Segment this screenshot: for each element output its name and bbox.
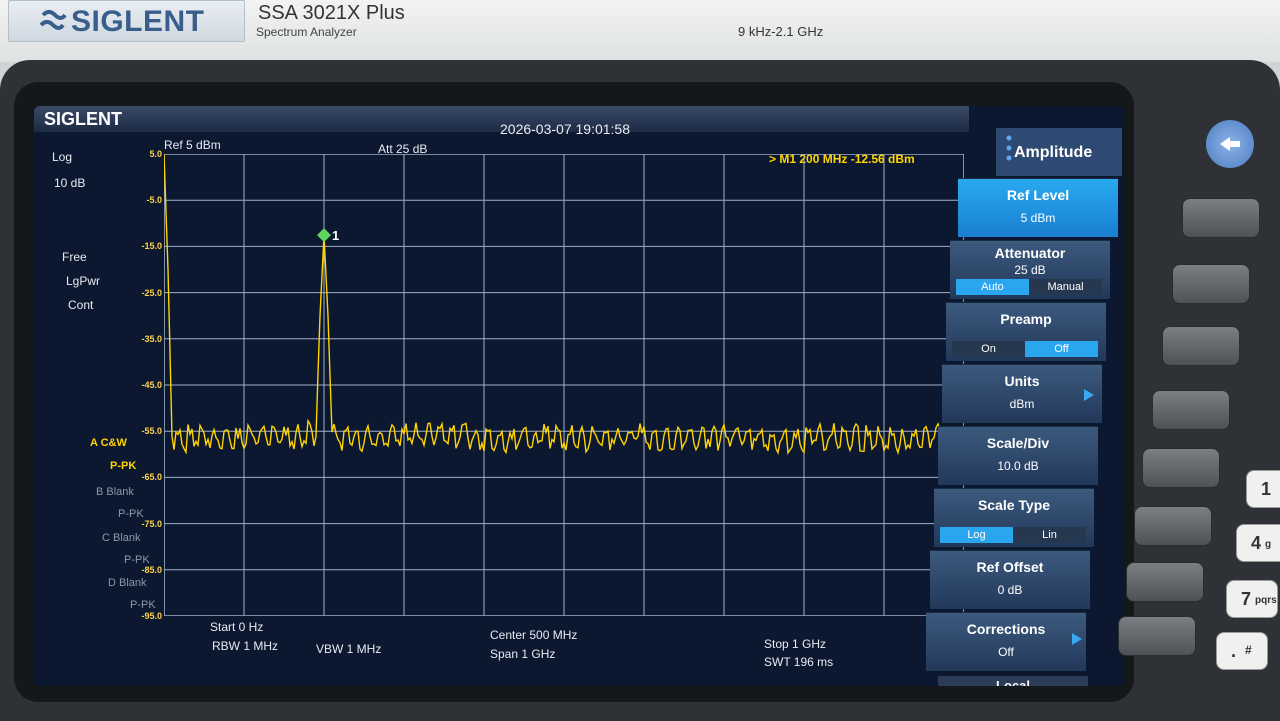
- vbw-readout: VBW 1 MHz: [316, 642, 382, 656]
- frequency-range: 9 kHz-2.1 GHz: [738, 24, 824, 39]
- siglent-mark-icon: [39, 10, 67, 30]
- instrument-top-panel: SIGLENT SSA 3021X Plus Spectrum Analyzer…: [0, 0, 1280, 62]
- detector-mode: LgPwr: [66, 274, 101, 288]
- model-subtitle: Spectrum Analyzer: [256, 25, 357, 39]
- softkey-label: Ref Offset: [976, 559, 1044, 575]
- softkey-label: Units: [1004, 373, 1040, 389]
- softkey-attenuator[interactable]: Attenuator 25 dB Auto Manual: [950, 240, 1110, 299]
- y-tick-label: -85.0: [141, 564, 162, 575]
- softkey-label: Corrections: [966, 621, 1046, 637]
- menu-dots-icon: [1006, 135, 1012, 161]
- toggle-off[interactable]: Off: [1025, 341, 1098, 357]
- brand-badge: SIGLENT: [8, 0, 245, 42]
- softkey-scale-div[interactable]: Scale/Div 10.0 dB: [938, 426, 1098, 485]
- toggle-on[interactable]: On: [952, 341, 1025, 357]
- softkey-label: Attenuator: [994, 245, 1066, 261]
- toggle-log[interactable]: Log: [940, 527, 1013, 543]
- hw-softkey-3[interactable]: [1162, 326, 1240, 366]
- toggle-manual[interactable]: Manual: [1029, 279, 1102, 295]
- y-tick-label: -35.0: [141, 333, 162, 344]
- softkey-value: 5 dBm: [1020, 211, 1056, 225]
- softkey-label: Ref Level: [1006, 187, 1070, 203]
- brand-logo: SIGLENT: [71, 5, 205, 38]
- y-tick-label: 5.0: [149, 149, 162, 159]
- y-tick-label: -5.0: [146, 195, 162, 206]
- y-tick-label: -15.0: [141, 241, 162, 252]
- submenu-arrow-icon: [1072, 633, 1082, 645]
- scale-mode: Log: [52, 150, 73, 164]
- softkey-value: dBm: [1009, 397, 1035, 411]
- trace-c-label[interactable]: C Blank: [102, 532, 141, 544]
- hw-softkey-4[interactable]: [1152, 390, 1230, 430]
- softkey-ref-offset[interactable]: Ref Offset 0 dB: [930, 550, 1090, 609]
- toggle-lin[interactable]: Lin: [1013, 527, 1086, 543]
- trigger-mode: Free: [62, 250, 87, 264]
- return-button[interactable]: [1206, 120, 1254, 168]
- ref-level-readout: Ref 5 dBm: [164, 138, 221, 152]
- y-tick-label: -55.0: [141, 426, 162, 437]
- softkey-preamp[interactable]: Preamp On Off: [946, 302, 1106, 361]
- analyzer-screen: SIGLENT 2026-03-07 19:01:58 Ref 5 dBm At…: [34, 106, 1124, 686]
- softkey-label: Scale/Div: [986, 435, 1050, 451]
- span-readout: Span 1 GHz: [490, 647, 556, 661]
- y-tick-label: -65.0: [141, 472, 162, 483]
- softkey-label: Scale Type: [977, 497, 1051, 513]
- y-tick-label: -25.0: [141, 287, 162, 298]
- key-1[interactable]: 1: [1246, 470, 1280, 508]
- softkey-value: 25 dB: [1014, 263, 1046, 277]
- trace-b-label[interactable]: B Blank: [96, 486, 134, 498]
- softkey-value: 10.0 dB: [997, 459, 1039, 473]
- softkey-scale-type[interactable]: Scale Type Log Lin: [934, 488, 1094, 547]
- trace-a-mode: P-PK: [110, 460, 137, 472]
- toggle-auto[interactable]: Auto: [956, 279, 1029, 295]
- attenuator-toggle[interactable]: Auto Manual: [956, 279, 1102, 295]
- scale-div: 10 dB: [54, 176, 86, 190]
- sweep-time: SWT 196 ms: [764, 655, 834, 669]
- hw-softkey-8[interactable]: [1118, 616, 1196, 656]
- softkey-value: Off: [998, 645, 1014, 659]
- y-tick-label: -95.0: [141, 611, 162, 621]
- y-tick-label: -45.0: [141, 380, 162, 390]
- key-dot[interactable]: . #: [1216, 632, 1268, 670]
- softkey-label: Preamp: [1000, 311, 1052, 327]
- submenu-arrow-icon: [1084, 389, 1094, 401]
- marker-m1: [317, 228, 331, 243]
- softkey-value: 0 dB: [997, 583, 1023, 597]
- rbw-readout: RBW 1 MHz: [212, 639, 278, 653]
- softkey-units[interactable]: Units dBm: [942, 364, 1102, 423]
- marker-label: 1: [332, 228, 339, 243]
- hw-softkey-5[interactable]: [1142, 448, 1220, 488]
- sweep-mode: Cont: [68, 298, 94, 312]
- preamp-toggle[interactable]: On Off: [952, 341, 1098, 357]
- trace-d-mode: P-PK: [130, 599, 156, 611]
- center-frequency: Center 500 MHz: [490, 628, 578, 642]
- hw-softkey-2[interactable]: [1172, 264, 1250, 304]
- hw-softkey-6[interactable]: [1134, 506, 1212, 546]
- hw-softkey-1[interactable]: [1182, 198, 1260, 238]
- hw-softkey-7[interactable]: [1126, 562, 1204, 602]
- spectrum-plot[interactable]: 1: [164, 154, 964, 616]
- amplitude-menu: Amplitude Ref Level 5 dBm Attenuator 25 …: [926, 128, 1124, 686]
- softkey-ref-level[interactable]: Ref Level 5 dBm: [958, 178, 1118, 237]
- start-frequency: Start 0 Hz: [210, 620, 264, 634]
- softkey-corrections[interactable]: Corrections Off: [926, 612, 1086, 671]
- datetime: 2026-03-07 19:01:58: [500, 121, 630, 137]
- menu-title: Amplitude: [1014, 144, 1093, 161]
- key-7[interactable]: 7 pqrs: [1226, 580, 1278, 618]
- trace-a-label[interactable]: A C&W: [90, 437, 127, 449]
- key-4[interactable]: 4g: [1236, 524, 1280, 562]
- scale-type-toggle[interactable]: Log Lin: [940, 527, 1086, 543]
- trace-d-label[interactable]: D Blank: [108, 577, 147, 589]
- back-arrow-icon: [1220, 137, 1240, 151]
- model-name: SSA 3021X Plus: [258, 2, 405, 24]
- local-indicator[interactable]: Local: [938, 676, 1088, 686]
- stop-frequency: Stop 1 GHz: [764, 637, 827, 651]
- y-tick-label: -75.0: [141, 518, 162, 529]
- screen-logo: SIGLENT: [44, 109, 123, 129]
